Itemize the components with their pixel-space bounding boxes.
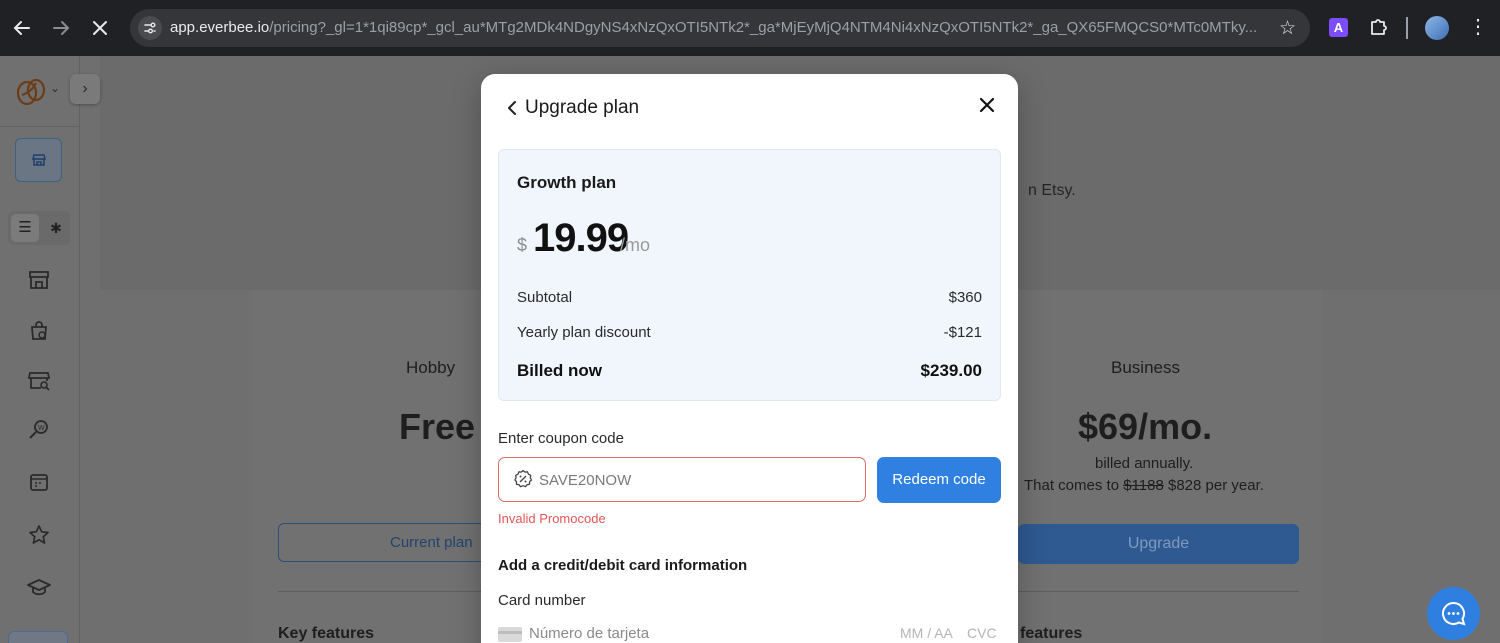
billed-now-label: Billed now [517,361,602,380]
plan-billing-business: billed annually. [1095,455,1194,472]
url-text: app.everbee.io/pricing?_gl=1*1qi89cp*_gc… [170,19,1260,36]
plan-name-business: Business [1111,358,1180,377]
close-icon[interactable] [977,95,997,115]
discount-label: Yearly plan discount [517,324,651,341]
key-features-heading: Key features [278,625,375,642]
discount-value: -$121 [943,324,982,341]
bookmark-star-icon[interactable]: ☆ [1279,17,1296,40]
address-bar[interactable]: app.everbee.io/pricing?_gl=1*1qi89cp*_gc… [130,9,1310,47]
chat-bubble-icon [1442,601,1466,626]
dashboard-icon[interactable] [26,267,52,293]
shop-selector-button[interactable] [15,138,62,182]
expand-sidebar-chevron-icon[interactable]: › [70,74,100,104]
browser-toolbar: app.everbee.io/pricing?_gl=1*1qi89cp*_gc… [0,0,1500,56]
current-plan-button[interactable]: Current plan [278,523,488,562]
view-toggle: ☰ ✱ [8,211,70,245]
yearly-prefix: That comes to [1024,477,1120,494]
modal-title: Upgrade plan [525,97,640,118]
academy-cap-icon[interactable] [26,575,52,601]
billed-now-value: $239.00 [920,361,982,380]
sidebar-bottom-button[interactable] [8,631,68,643]
subtotal-label: Subtotal [517,289,573,306]
chat-support-button[interactable] [1427,587,1480,640]
calendar-icon[interactable] [26,469,52,495]
redeem-code-button[interactable]: Redeem code [877,457,1001,503]
extension-a-icon[interactable]: A [1329,18,1348,37]
card-info-heading: Add a credit/debit card information [498,557,748,574]
plan-price-business: $69/mo. [1078,406,1213,447]
upgrade-plan-modal: Upgrade plan Growth plan $ 19.99 /mo Sub… [481,74,1018,643]
order-summary-card: Growth plan $ 19.99 /mo Subtotal $360 Ye… [498,149,1001,401]
settings-icon[interactable]: ✱ [42,214,70,242]
price-period: /mo [620,235,651,255]
hero-subtitle-fragment: n Etsy. [1028,182,1076,199]
card-cvc-input[interactable]: CVC [967,625,997,641]
card-number-input[interactable]: Número de tarjeta [529,625,649,642]
extensions-puzzle-icon[interactable] [1368,16,1390,43]
card-number-label: Card number [498,592,586,609]
url-domain: app.everbee.io [170,19,270,36]
back-icon[interactable] [8,14,36,42]
stop-loading-icon[interactable] [86,14,114,42]
card-expiry-input[interactable]: MM / AA [900,625,953,641]
favorites-star-icon[interactable] [26,522,52,548]
url-path: /pricing?_gl=1*1qi89cp*_gcl_au*MTg2MDk4N… [269,19,1258,36]
plan-yearly-business: That comes to $1188 $828 per year. [1024,477,1264,494]
toolbar-divider [1406,17,1408,39]
coupon-input[interactable]: SAVE20NOW [498,457,866,502]
forward-icon[interactable] [47,14,75,42]
coupon-badge-icon [514,469,533,488]
coupon-error-message: Invalid Promocode [498,511,606,526]
app-sidebar: ⌄ ☰ ✱ W [0,56,80,643]
profile-avatar[interactable] [1425,16,1449,40]
plan-name: Growth plan [517,173,617,192]
browser-menu-icon[interactable]: ⋮ [1468,15,1488,39]
coupon-label: Enter coupon code [498,430,624,447]
yearly-old-price: $1188 [1123,477,1164,494]
upgrade-business-button[interactable]: Upgrade [1018,524,1299,564]
everbee-logo-icon[interactable] [14,73,50,109]
plan-price-hobby: Free [399,406,476,447]
yearly-new-price: $828 per year. [1168,477,1264,494]
plan-name-hobby: Hobby [406,358,456,377]
price-amount: 19.99 [533,216,629,260]
credit-card-icon [498,627,522,642]
back-chevron-icon[interactable] [503,98,521,118]
site-settings-icon[interactable] [138,16,162,40]
menu-icon[interactable]: ☰ [11,214,39,242]
keyword-research-icon[interactable]: W [26,416,52,442]
price-currency: $ [517,235,528,255]
product-research-icon[interactable] [26,318,52,344]
sidebar-divider [0,126,80,127]
svg-text:W: W [38,425,45,432]
coupon-value: SAVE20NOW [539,472,632,489]
logo-chevron-down-icon[interactable]: ⌄ [50,81,60,95]
subtotal-value: $360 [948,289,982,306]
shop-analyzer-icon[interactable] [26,367,52,393]
key-features-heading-right: features [1020,625,1083,642]
